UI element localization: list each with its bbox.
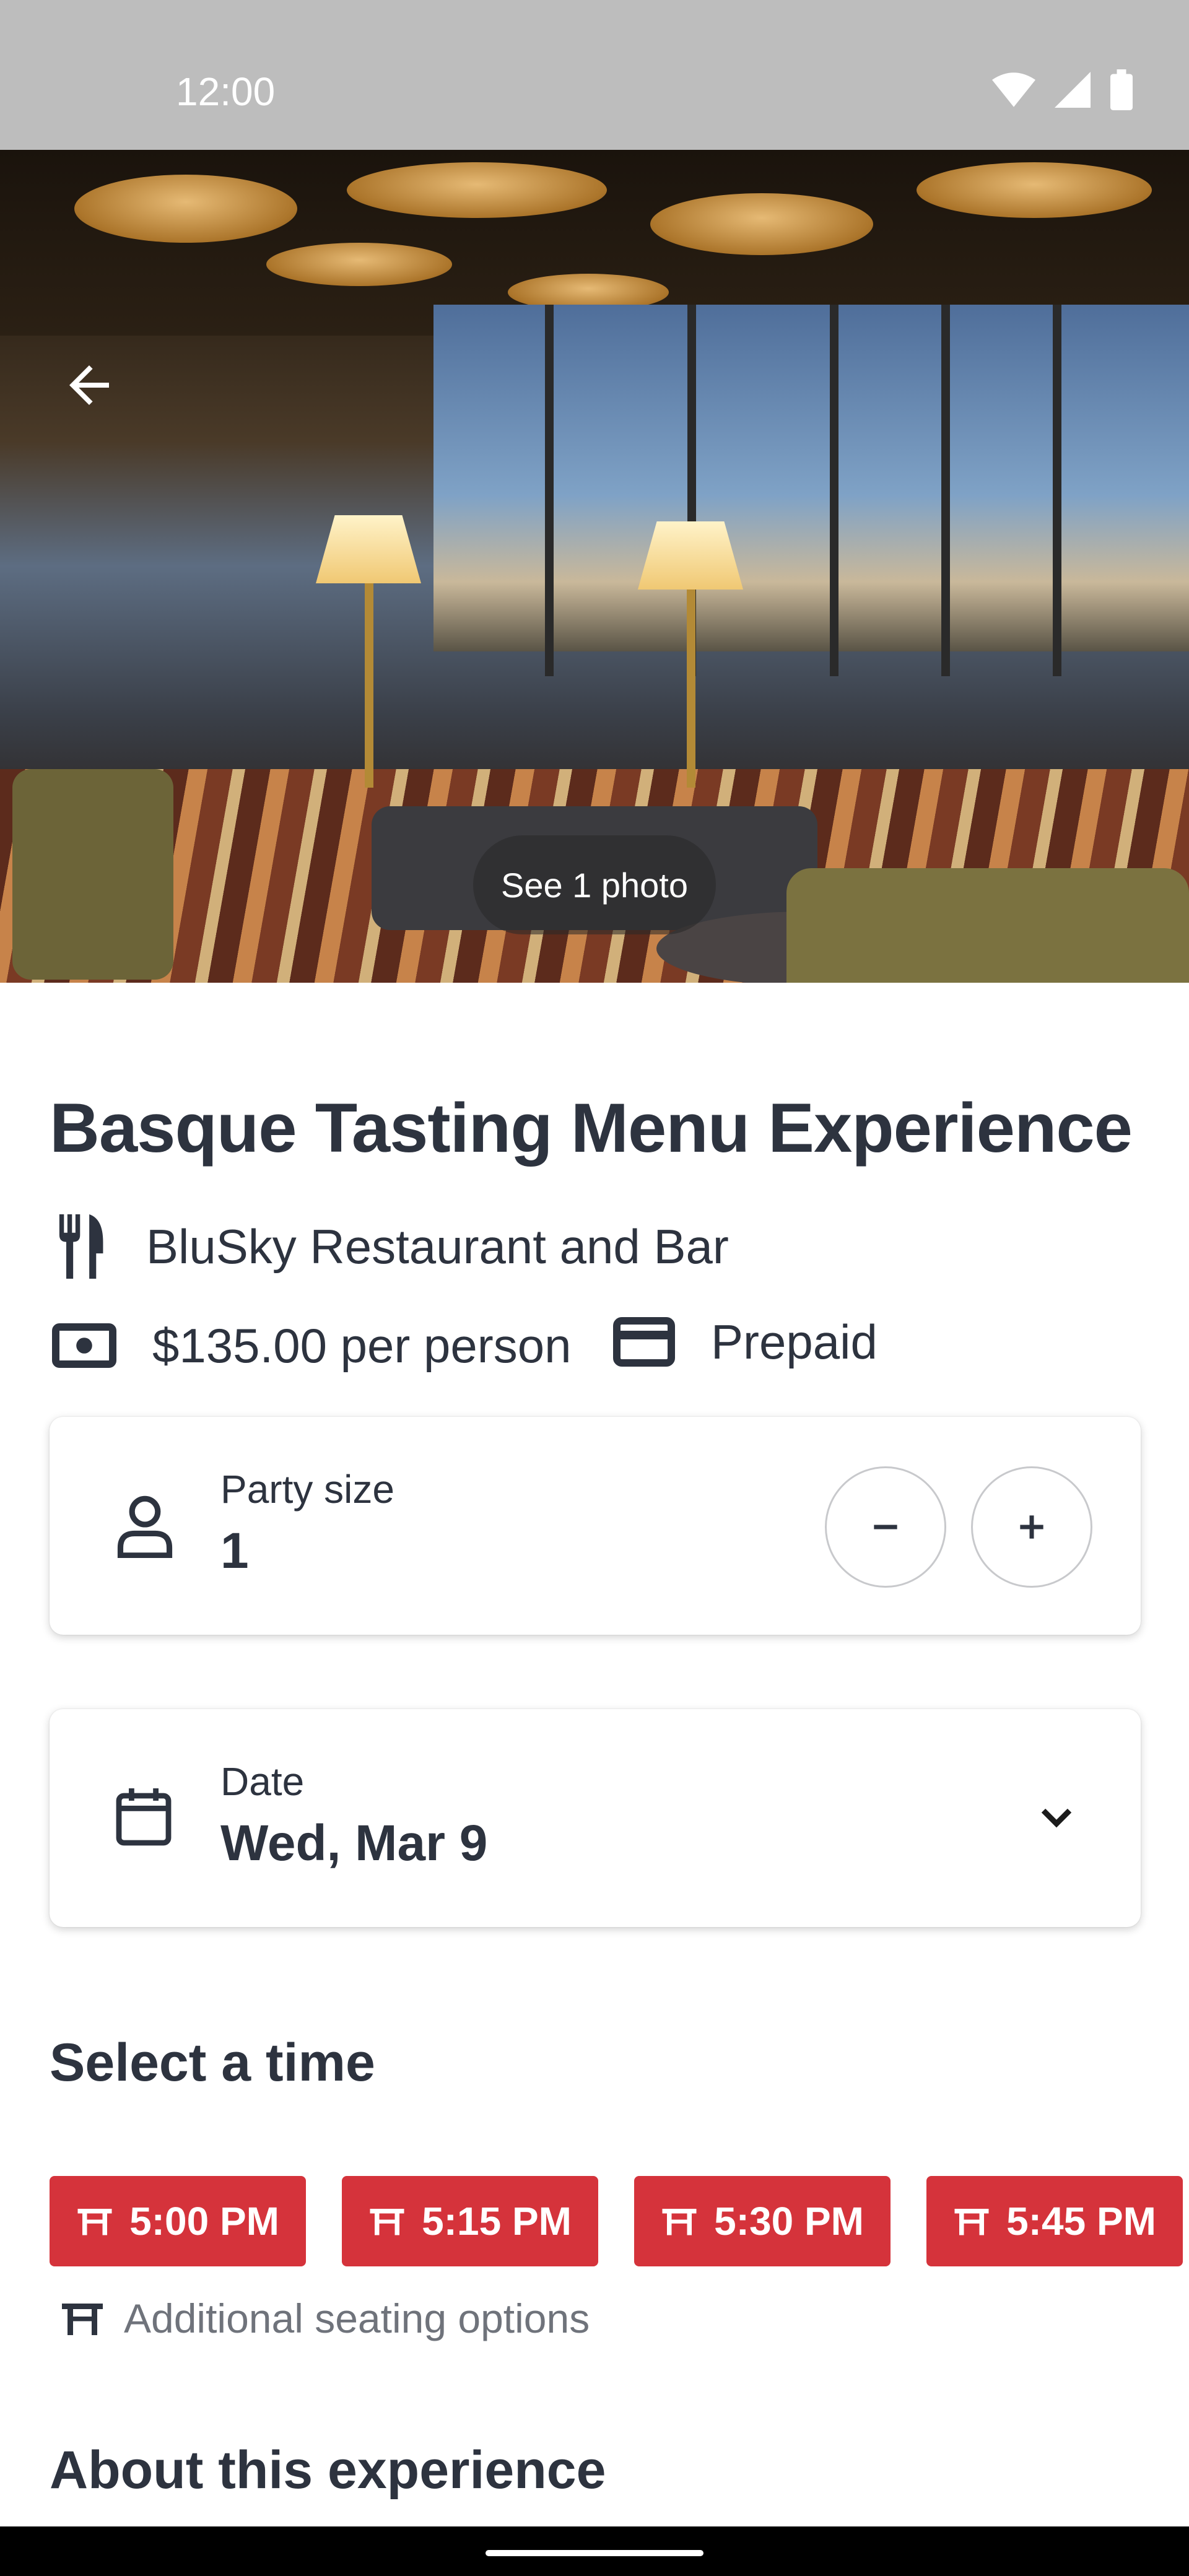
back-button[interactable] bbox=[59, 355, 119, 415]
hero-lamp-pole bbox=[365, 583, 373, 788]
time-slot-button[interactable]: 5:45 PM bbox=[926, 2176, 1183, 2266]
table-icon bbox=[370, 2209, 404, 2235]
hero-mullion bbox=[830, 305, 838, 676]
decrease-party-button[interactable] bbox=[825, 1466, 946, 1588]
payment-row: Prepaid bbox=[613, 1308, 878, 1376]
cash-icon bbox=[52, 1323, 116, 1368]
date-value: Wed, Mar 9 bbox=[220, 1815, 488, 1871]
time-slot-button[interactable]: 5:15 PM bbox=[342, 2176, 598, 2266]
date-selector[interactable]: Date Wed, Mar 9 bbox=[50, 1709, 1141, 1927]
signal-icon bbox=[1055, 72, 1091, 108]
calendar-icon bbox=[116, 1788, 172, 1846]
hero-ceiling-disc bbox=[74, 175, 297, 243]
minus-icon bbox=[874, 1525, 897, 1530]
status-time: 12:00 bbox=[176, 69, 276, 114]
time-slot-label: 5:15 PM bbox=[422, 2199, 572, 2243]
select-time-heading: Select a time bbox=[50, 2033, 375, 2092]
chevron-down-icon bbox=[1041, 1808, 1072, 1828]
price-row: $135.00 per person bbox=[52, 1312, 572, 1380]
restaurant-name: BluSky Restaurant and Bar bbox=[146, 1219, 729, 1274]
hero-lamp-pole bbox=[687, 590, 695, 788]
increase-party-button[interactable] bbox=[971, 1466, 1092, 1588]
hero-ceiling-disc bbox=[266, 243, 452, 286]
battery-icon bbox=[1110, 69, 1133, 110]
hero-ceiling-disc bbox=[347, 162, 607, 218]
time-slot-button[interactable]: 5:00 PM bbox=[50, 2176, 306, 2266]
hero-chair-right bbox=[786, 868, 1189, 983]
table-icon bbox=[77, 2209, 112, 2235]
credit-card-icon bbox=[613, 1317, 675, 1367]
date-label: Date bbox=[220, 1759, 305, 1804]
hero-lamp bbox=[316, 515, 421, 583]
restaurant-row[interactable]: BluSky Restaurant and Bar bbox=[54, 1212, 729, 1281]
utensils-icon bbox=[59, 1214, 103, 1279]
time-slot-label: 5:00 PM bbox=[129, 2199, 279, 2243]
table-icon bbox=[954, 2209, 989, 2235]
person-icon bbox=[117, 1495, 173, 1558]
table-icon bbox=[62, 2304, 103, 2335]
payment-text: Prepaid bbox=[711, 1314, 878, 1369]
hero-ceiling-disc bbox=[917, 162, 1152, 218]
hero-mullion bbox=[1053, 305, 1061, 676]
hero-mullion bbox=[545, 305, 554, 676]
hero-ceiling-disc bbox=[650, 193, 873, 255]
additional-seating-text: Additional seating options bbox=[124, 2295, 590, 2341]
hero-mullion bbox=[941, 305, 950, 676]
additional-seating-row: Additional seating options bbox=[59, 2295, 590, 2342]
back-arrow-icon bbox=[69, 365, 109, 405]
party-size-value: 1 bbox=[220, 1523, 249, 1579]
party-size-label: Party size bbox=[220, 1467, 394, 1512]
time-slot-label: 5:30 PM bbox=[714, 2199, 864, 2243]
see-photos-button[interactable]: See 1 photo bbox=[473, 835, 716, 934]
home-gesture-handle[interactable] bbox=[486, 2550, 703, 2556]
wifi-icon bbox=[992, 72, 1035, 107]
experience-title: Basque Tasting Menu Experience bbox=[50, 1089, 1133, 1167]
status-bar: 12:00 bbox=[0, 0, 1189, 150]
about-heading: About this experience bbox=[50, 2440, 606, 2500]
price-text: $135.00 per person bbox=[152, 1318, 572, 1373]
plus-icon bbox=[1020, 1515, 1043, 1539]
party-size-card: Party size 1 bbox=[50, 1417, 1141, 1635]
status-icons bbox=[992, 69, 1133, 110]
time-slot-button[interactable]: 5:30 PM bbox=[634, 2176, 891, 2266]
time-slot-label: 5:45 PM bbox=[1006, 2199, 1156, 2243]
table-icon bbox=[662, 2209, 697, 2235]
hero-chair-left bbox=[12, 769, 173, 980]
